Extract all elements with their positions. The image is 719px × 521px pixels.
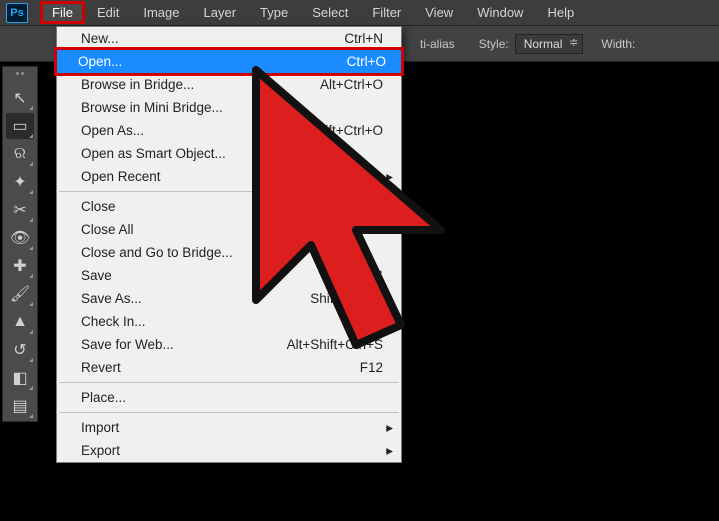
menu-item-open-as-smart-object[interactable]: Open as Smart Object... [57,142,401,165]
menu-item-shortcut: F12 [360,360,383,375]
menu-item-export[interactable]: Export [57,439,401,462]
eraser-tool[interactable]: ◧ [6,365,34,391]
menu-item-shortcut: Ctrl+S [345,268,383,283]
gradient-tool[interactable]: ▤ [6,393,34,419]
menu-item-shortcut: Alt+Shift+Ctrl+S [287,337,383,352]
style-label: Style: [479,37,509,51]
menu-item-save[interactable]: Save Ctrl+S [57,264,401,287]
menu-item-shortcut: Ctrl+N [344,31,383,46]
menu-item-label: Open as Smart Object... [81,146,226,161]
logo-text: Ps [10,7,23,19]
menu-item-close[interactable]: Close [57,195,401,218]
menu-type[interactable]: Type [248,1,300,24]
history-brush-tool[interactable]: ↺ [6,337,34,363]
menu-item-label: Close and Go to Bridge... [81,245,233,260]
menu-edit[interactable]: Edit [85,1,131,24]
menu-item-label: Browse in Bridge... [81,77,194,92]
menu-item-browse-in-mini-bridge[interactable]: Browse in Mini Bridge... [57,96,401,119]
eyedropper-tool[interactable]: 👁 [6,225,34,251]
clone-stamp-tool[interactable]: ▲ [6,309,34,335]
menu-item-open-recent[interactable]: Open Recent [57,165,401,188]
menu-item-label: Import [81,420,119,435]
menu-item-label: Open Recent [81,169,161,184]
width-label: Width: [601,37,635,51]
menubar: Ps File Edit Image Layer Type Select Fil… [0,0,719,26]
menu-item-label: Revert [81,360,121,375]
menu-item-close-and-go-to-bridge[interactable]: Close and Go to Bridge... [57,241,401,264]
menu-item-shortcut: Shift+Ctrl+S [310,291,383,306]
photoshop-logo: Ps [6,3,28,23]
menu-view[interactable]: View [413,1,465,24]
menu-item-open-as[interactable]: Open As... Alt+Shift+Ctrl+O [57,119,401,142]
menu-filter[interactable]: Filter [360,1,413,24]
menu-item-revert[interactable]: Revert F12 [57,356,401,379]
rect-marquee-tool[interactable]: ▭ [6,113,34,139]
menu-item-shortcut: Alt+Ctrl+O [320,77,383,92]
menu-item-label: Browse in Mini Bridge... [81,100,223,115]
toolbox-grip[interactable] [9,71,31,79]
move-tool[interactable]: ↖ [6,85,34,111]
crop-tool[interactable]: ✂ [6,197,34,223]
menu-layer[interactable]: Layer [192,1,249,24]
menu-item-label: Save [81,268,112,283]
file-menu-dropdown: New... Ctrl+N Open... Ctrl+O Browse in Bridg… [56,26,402,463]
menu-item-label: Check In... [81,314,146,329]
toolbox: ↖▭ର✦✂👁✚🖌▲↺◧▤ [2,66,38,422]
healing-brush-tool[interactable]: ✚ [6,253,34,279]
menu-item-check-in[interactable]: Check In... [57,310,401,333]
menu-item-label: Export [81,443,120,458]
style-select[interactable]: Normal [515,34,584,54]
menu-item-place[interactable]: Place... [57,386,401,409]
menu-image[interactable]: Image [131,1,191,24]
menu-item-label: Place... [81,390,126,405]
menu-item-open[interactable]: Open... Ctrl+O [54,47,404,76]
menu-separator [59,382,399,383]
menu-item-label: Close [81,199,116,214]
menu-select[interactable]: Select [300,1,360,24]
menu-file[interactable]: File [40,1,85,24]
menu-help[interactable]: Help [535,1,586,24]
style-value: Normal [524,37,563,51]
antialias-label: ti-alias [420,37,455,51]
magic-wand-tool[interactable]: ✦ [6,169,34,195]
menu-item-close-all[interactable]: Close All [57,218,401,241]
menu-item-label: Close All [81,222,134,237]
menu-item-label: Open As... [81,123,144,138]
menu-item-browse-in-bridge[interactable]: Browse in Bridge... Alt+Ctrl+O [57,73,401,96]
lasso-tool[interactable]: ର [6,141,34,167]
menu-item-label: New... [81,31,119,46]
menu-window[interactable]: Window [465,1,535,24]
menu-item-label: Save for Web... [81,337,174,352]
menu-item-label: Open... [78,54,122,69]
brush-tool[interactable]: 🖌 [6,281,34,307]
menu-item-shortcut: Alt+Shift+Ctrl+O [285,123,383,138]
menu-item-save-as[interactable]: Save As... Shift+Ctrl+S [57,287,401,310]
menu-item-import[interactable]: Import [57,416,401,439]
menu-item-save-for-web[interactable]: Save for Web... Alt+Shift+Ctrl+S [57,333,401,356]
menu-item-shortcut: Ctrl+O [347,54,386,69]
menu-separator [59,412,399,413]
menu-separator [59,191,399,192]
menu-item-label: Save As... [81,291,142,306]
